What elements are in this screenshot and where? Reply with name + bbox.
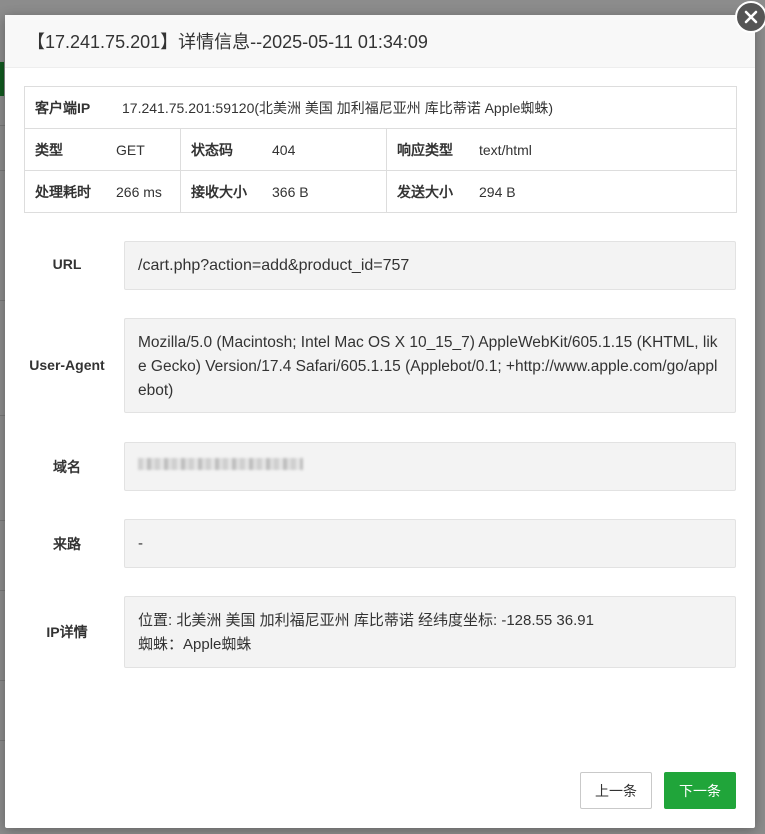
client-ip-cell: 客户端IP 17.241.75.201:59120(北美洲 美国 加利福尼亚州 … <box>24 86 737 129</box>
received-value: 366 B <box>272 183 309 200</box>
url-field[interactable]: /cart.php?action=add&product_id=757 <box>124 241 736 290</box>
prev-button[interactable]: 上一条 <box>580 772 652 809</box>
duration-label: 处理耗时 <box>35 183 91 200</box>
sent-cell: 发送大小 294 B <box>386 170 737 213</box>
domain-label: 域名 <box>53 459 81 475</box>
next-button[interactable]: 下一条 <box>664 772 736 809</box>
detail-modal: 【17.241.75.201】详情信息--2025-05-11 01:34:09… <box>5 15 755 828</box>
modal-title: 【17.241.75.201】详情信息--2025-05-11 01:34:09 <box>27 32 428 52</box>
referer-field[interactable]: - <box>124 519 736 568</box>
received-cell: 接收大小 366 B <box>180 170 387 213</box>
ip-details-field[interactable]: 位置: 北美洲 美国 加利福尼亚州 库比蒂诺 经纬度坐标: -128.55 36… <box>124 596 736 668</box>
sent-value: 294 B <box>479 183 516 200</box>
request-summary-table: 客户端IP 17.241.75.201:59120(北美洲 美国 加利福尼亚州 … <box>24 86 737 213</box>
client-ip-label: 客户端IP <box>35 99 91 116</box>
status-value: 404 <box>272 141 296 158</box>
ip-location-text: 位置: 北美洲 美国 加利福尼亚州 库比蒂诺 经纬度坐标: -128.55 36… <box>138 612 594 629</box>
duration-cell: 处理耗时 266 ms <box>24 170 181 213</box>
ip-spider-text: 蜘蛛：Apple蜘蛛 <box>138 636 252 653</box>
close-icon <box>744 10 758 24</box>
type-cell: 类型 GET <box>24 128 181 171</box>
status-cell: 状态码 404 <box>180 128 387 171</box>
domain-field[interactable] <box>124 442 736 491</box>
referer-label: 来路 <box>53 536 81 552</box>
status-label: 状态码 <box>191 141 233 158</box>
type-label: 类型 <box>35 141 63 158</box>
table-row: 客户端IP 17.241.75.201:59120(北美洲 美国 加利福尼亚州 … <box>24 86 737 129</box>
type-value: GET <box>116 141 145 158</box>
user-agent-label: User-Agent <box>29 357 105 373</box>
content-type-value: text/html <box>479 141 532 158</box>
url-label: URL <box>52 256 82 272</box>
close-button[interactable] <box>735 1 765 33</box>
client-ip-value: 17.241.75.201:59120(北美洲 美国 加利福尼亚州 库比蒂诺 A… <box>122 99 554 116</box>
duration-value: 266 ms <box>116 183 162 200</box>
ip-details-label: IP详情 <box>46 624 88 640</box>
content-type-label: 响应类型 <box>397 141 453 158</box>
user-agent-field[interactable]: Mozilla/5.0 (Macintosh; Intel Mac OS X 1… <box>124 318 736 413</box>
modal-header: 【17.241.75.201】详情信息--2025-05-11 01:34:09 <box>5 15 755 68</box>
sent-label: 发送大小 <box>397 183 453 200</box>
table-row: 类型 GET 状态码 404 响应类型 text/html <box>24 128 737 171</box>
table-row: 处理耗时 266 ms 接收大小 366 B 发送大小 294 B <box>24 170 737 213</box>
content-type-cell: 响应类型 text/html <box>386 128 737 171</box>
blurred-domain-value <box>138 458 303 470</box>
received-label: 接收大小 <box>191 183 247 200</box>
